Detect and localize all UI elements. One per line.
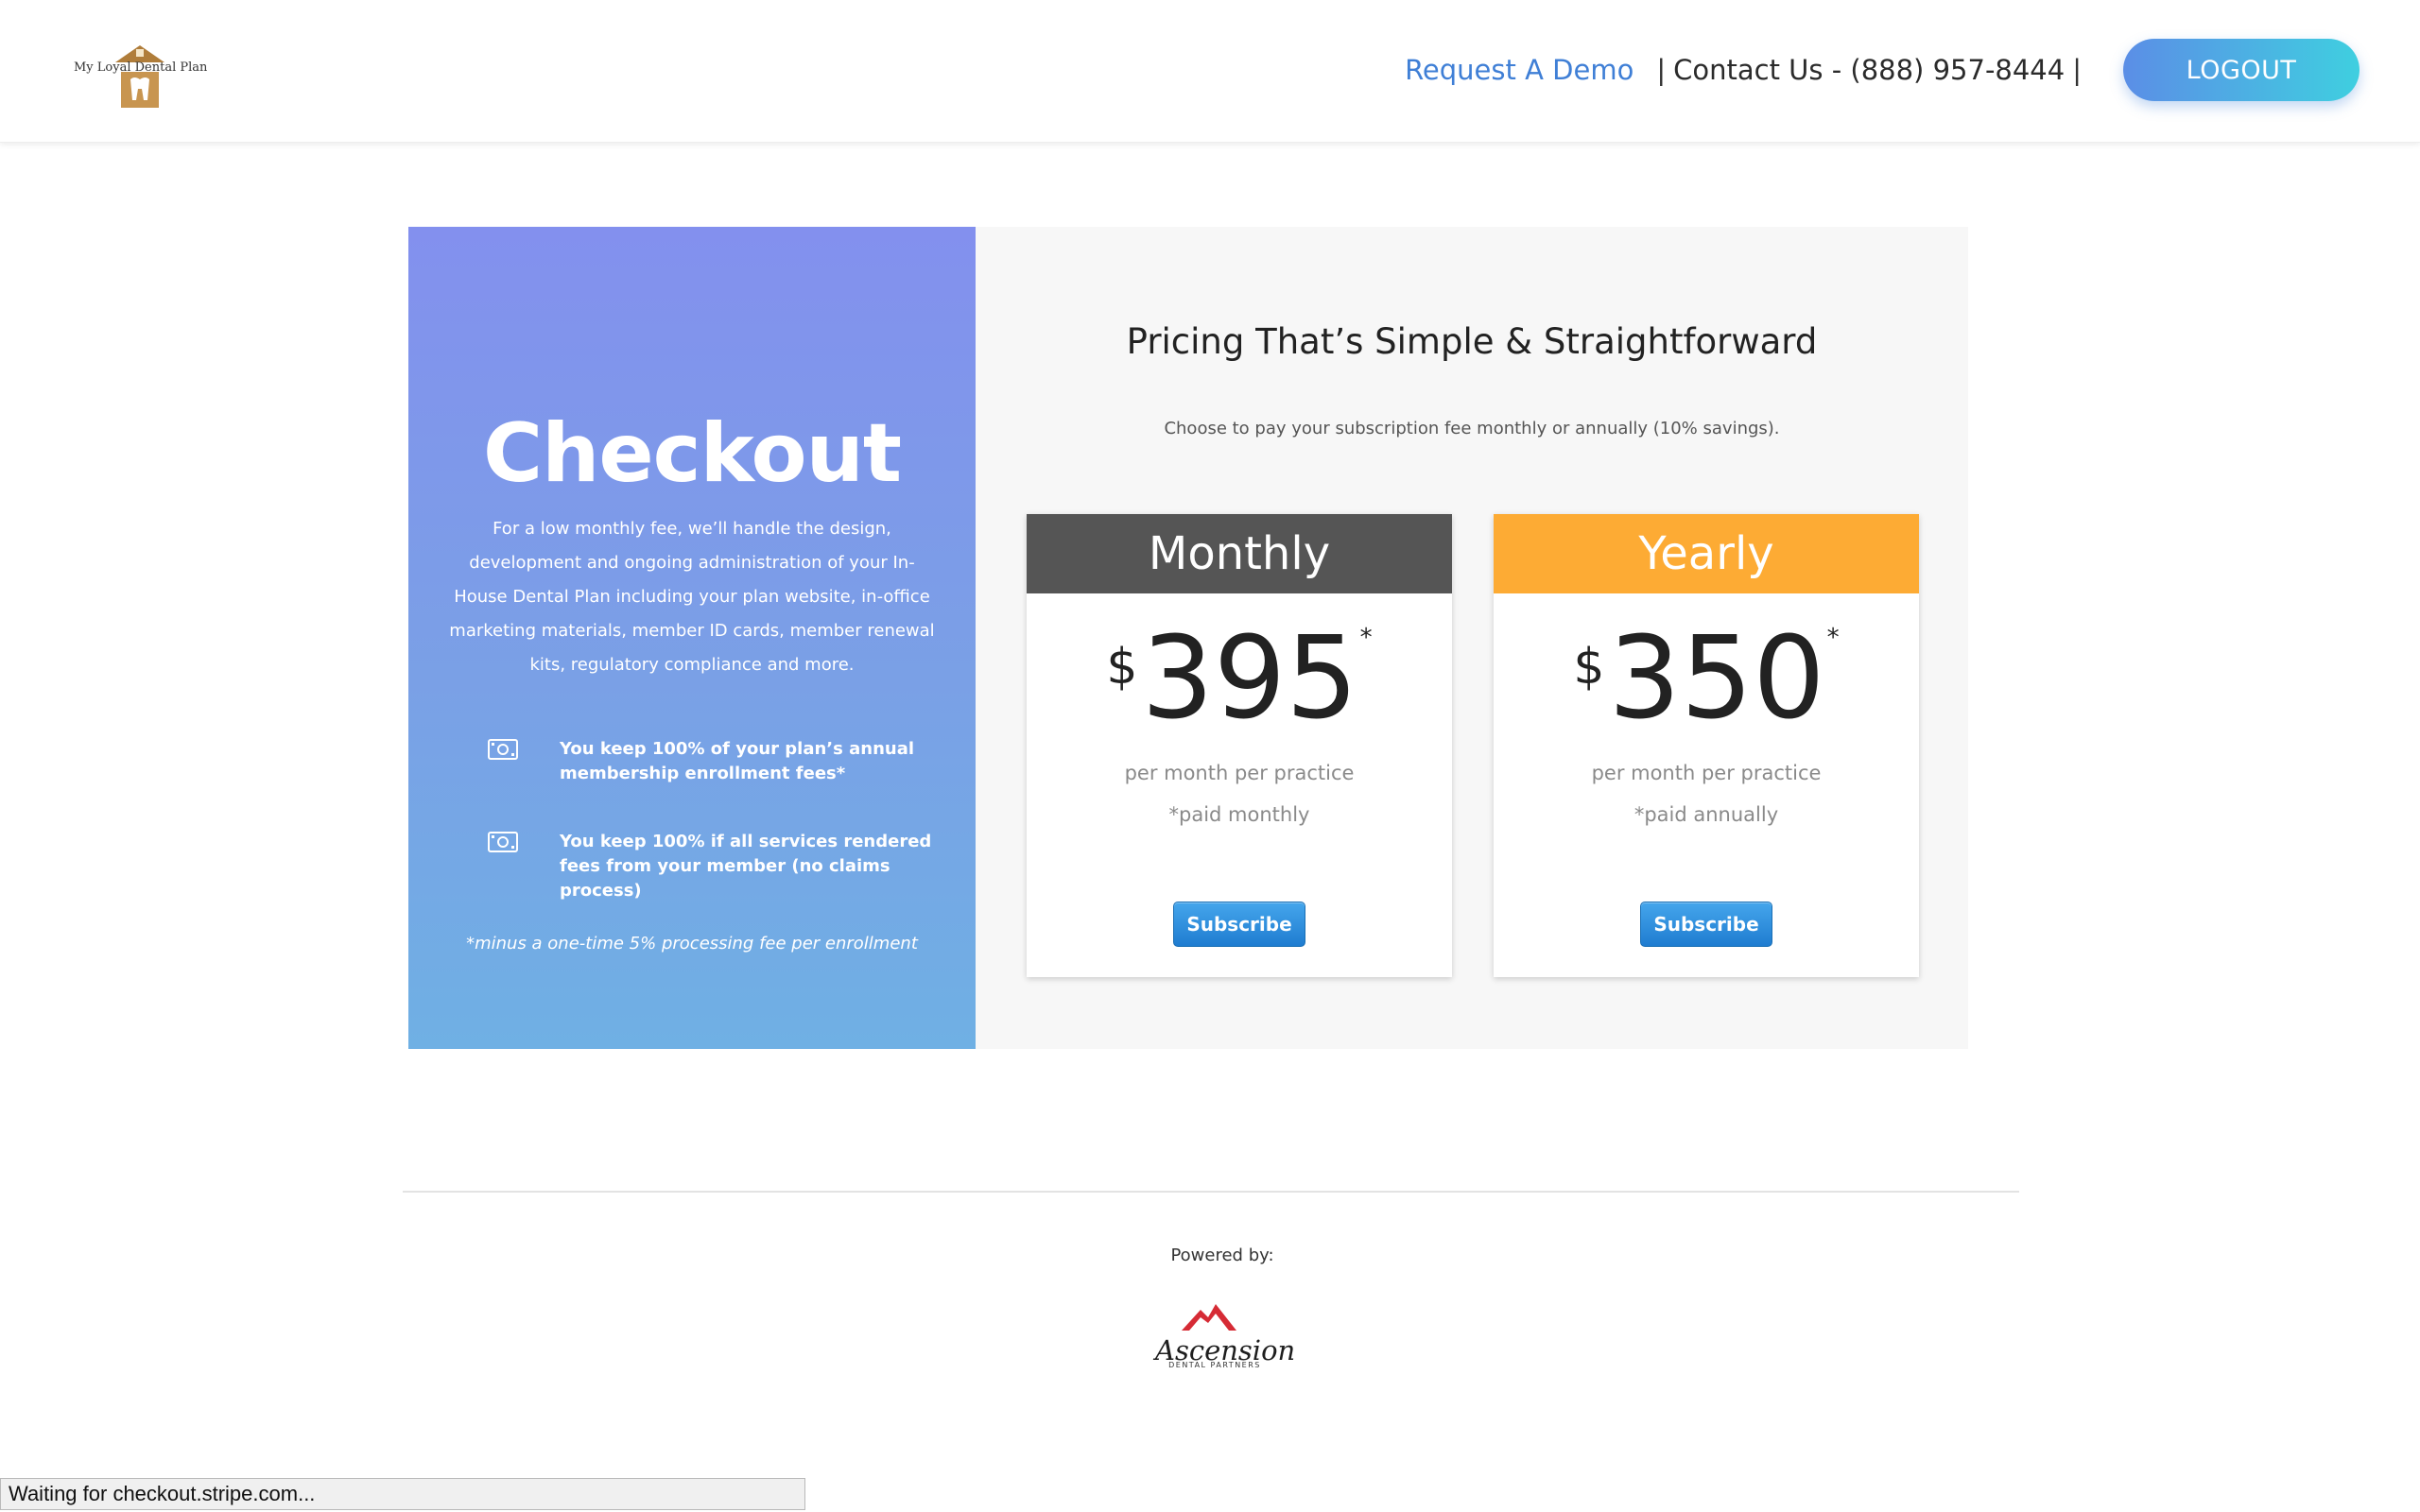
subscribe-monthly-button[interactable]: Subscribe [1173,902,1305,947]
partner-logo-sub: DENTAL PARTNERS [1168,1361,1261,1369]
nav-separator: | [2072,54,2082,86]
ascension-logo[interactable]: Ascension DENTAL PARTNERS [1153,1298,1295,1374]
checkout-title: Checkout [483,406,902,501]
billing-note: *paid annually [1634,803,1779,826]
logo-text: My Loyal Dental Plan [74,60,208,75]
request-demo-link[interactable]: Request A Demo [1405,54,1634,86]
browser-status-bar: Waiting for checkout.stripe.com... [0,1478,805,1510]
currency-symbol: $ [1573,639,1605,696]
price-period: per month per practice [1591,762,1822,784]
price-amount: 350 [1608,613,1825,745]
money-icon [488,832,518,852]
footer-divider [403,1191,2019,1193]
powered-by-label: Powered by: [1170,1246,1274,1265]
checkout-card: Checkout For a low monthly fee, we’ll ha… [408,227,1968,1049]
mountain-logo-icon [1182,1304,1236,1331]
checkout-info-panel: Checkout For a low monthly fee, we’ll ha… [408,227,976,1049]
plan-name: Yearly [1494,514,1919,593]
pricing-subtitle: Choose to pay your subscription fee mont… [1164,419,1780,438]
contact-phone[interactable]: Contact Us - (888) 957-8444 [1673,54,2065,86]
subscribe-yearly-button[interactable]: Subscribe [1640,902,1772,947]
billing-note: *paid monthly [1168,803,1310,826]
pricing-title: Pricing That’s Simple & Straightforward [1126,321,1818,362]
price-amount: 395 [1141,613,1358,745]
money-icon [488,739,518,760]
price-asterisk: * [1826,624,1840,652]
perk-text: You keep 100% of your plan’s annual memb… [560,739,915,783]
plan-price: $ 350 * [1494,618,1919,741]
header-nav: Request A Demo | Contact Us - (888) 957-… [1405,38,2360,102]
checkout-footnote: *minus a one-time 5% processing fee per … [466,934,918,954]
price-asterisk: * [1359,624,1373,652]
plan-name: Monthly [1027,514,1452,593]
nav-separator: | [1656,54,1667,86]
site-logo[interactable]: My Loyal Dental Plan [70,42,212,113]
perk-text: You keep 100% if all services rendered f… [560,832,932,901]
top-header: My Loyal Dental Plan Request A Demo | Co… [0,0,2420,143]
checkout-description: For a low monthly fee, we’ll handle the … [449,519,935,675]
plan-card-monthly: Monthly $ 395 * per month per practice *… [1027,514,1452,977]
plan-price: $ 395 * [1027,618,1452,741]
currency-symbol: $ [1106,639,1138,696]
plan-card-yearly: Yearly $ 350 * per month per practice *p… [1494,514,1919,977]
logout-button[interactable]: LOGOUT [2123,39,2360,101]
house-logo-icon [115,45,164,108]
perk-item: You keep 100% if all services rendered f… [488,830,942,903]
price-period: per month per practice [1124,762,1355,784]
perk-item: You keep 100% of your plan’s annual memb… [488,737,942,786]
